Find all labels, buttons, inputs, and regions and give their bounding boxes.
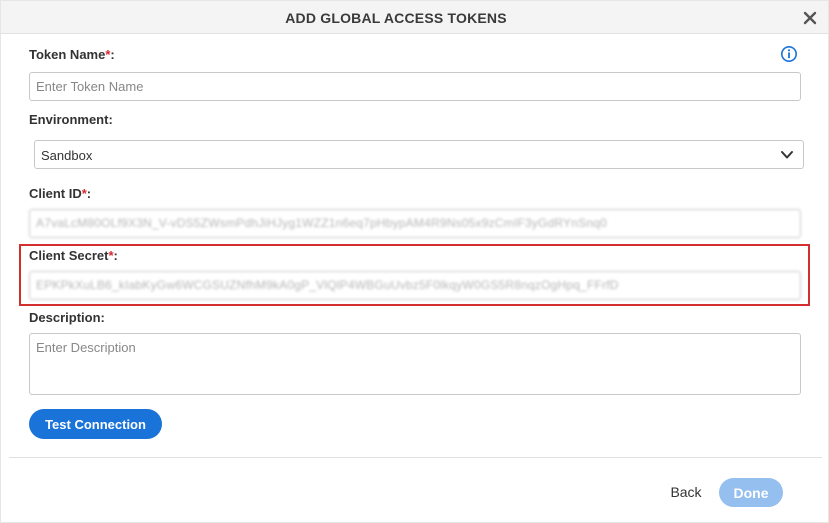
token-name-input[interactable] (29, 72, 801, 101)
client-secret-input[interactable]: EPKPkXuLB6_kIabKyGw6WCGSUZNfhM9kA0gP_VlQ… (29, 271, 801, 300)
info-icon[interactable] (780, 45, 798, 63)
client-id-label: Client ID*: (29, 186, 91, 201)
label-colon: : (113, 248, 118, 263)
client-secret-label: Client Secret*: (29, 248, 118, 263)
dialog-title: ADD GLOBAL ACCESS TOKENS (285, 10, 507, 26)
token-name-label: Token Name*: (29, 47, 115, 62)
test-connection-button[interactable]: Test Connection (29, 409, 162, 439)
footer-divider (9, 457, 822, 458)
close-icon[interactable] (801, 9, 819, 27)
environment-selected-value: Sandbox (41, 148, 93, 163)
environment-label: Environment: (29, 112, 113, 127)
add-global-access-tokens-dialog: ADD GLOBAL ACCESS TOKENS Token Name*: En… (0, 0, 829, 523)
token-name-label-text: Token Name (29, 47, 106, 62)
client-secret-label-text: Client Secret (29, 248, 109, 263)
dialog-header: ADD GLOBAL ACCESS TOKENS (1, 1, 828, 34)
label-colon: : (86, 186, 92, 201)
environment-select[interactable]: Sandbox (34, 140, 804, 169)
done-button[interactable]: Done (719, 478, 783, 507)
client-id-input[interactable]: A7vaLcM80OLf9X3N_V-vDS5ZWsmPdhJiHJyg1WZZ… (29, 209, 801, 238)
description-label: Description: (29, 310, 105, 325)
description-textarea[interactable] (29, 333, 801, 395)
label-colon: : (110, 47, 115, 62)
client-id-label-text: Client ID (29, 186, 82, 201)
chevron-down-icon (781, 151, 793, 159)
back-button[interactable]: Back (661, 479, 711, 505)
